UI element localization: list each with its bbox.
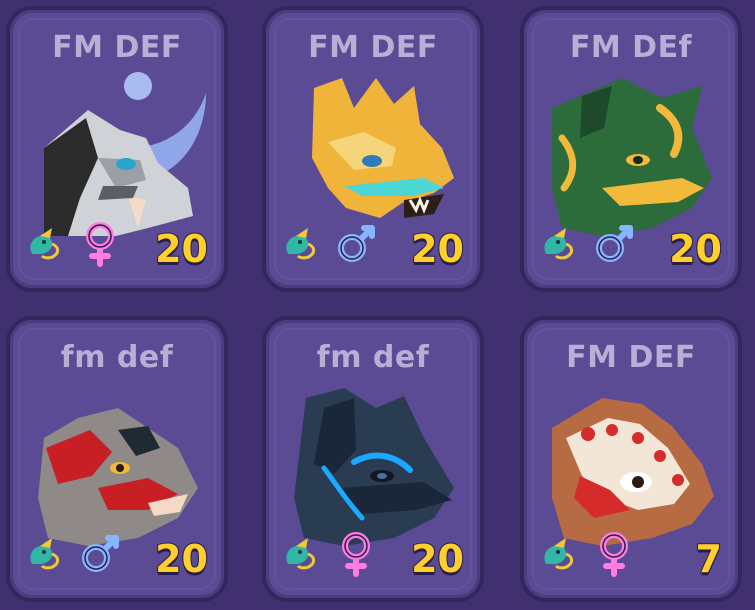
- card-title: FM DEf: [569, 30, 693, 65]
- card-title: FM DEF: [308, 30, 438, 65]
- dragon-level: 20: [154, 227, 209, 271]
- dragon-card-5[interactable]: fm def 20: [266, 320, 480, 598]
- dragon-icon: [30, 538, 60, 570]
- dragon-card-2[interactable]: FM DEF 20: [266, 10, 480, 288]
- male-icon: [82, 535, 119, 572]
- dragon-icon: [544, 228, 574, 260]
- dragon-portrait-golden: [312, 78, 454, 218]
- card-title: FM DEF: [566, 340, 696, 375]
- female-icon: [86, 222, 114, 267]
- dragon-level: 20: [410, 227, 465, 271]
- card-title: FM DEF: [52, 30, 182, 65]
- dragon-portrait-dark-blue: [294, 388, 454, 546]
- dragon-level: 7: [695, 537, 723, 581]
- dragon-card-3[interactable]: FM DEf 20: [524, 10, 738, 288]
- dragon-icon: [544, 538, 574, 570]
- dragon-portrait-green-gold: [552, 78, 712, 236]
- dragon-icon: [286, 228, 316, 260]
- dragon-icon: [30, 228, 60, 260]
- card-title: fm def: [316, 340, 430, 375]
- female-icon: [342, 532, 370, 577]
- dragon-portrait-black-white-horned: [44, 72, 206, 236]
- dragon-card-6[interactable]: FM DEF 7: [524, 320, 738, 598]
- dragon-icon: [286, 538, 316, 570]
- card-title: fm def: [60, 340, 174, 375]
- dragon-card-1[interactable]: FM DEF 20: [10, 10, 224, 288]
- dragon-portrait-gingerbread: [552, 398, 714, 546]
- dragon-level: 20: [410, 537, 465, 581]
- dragon-card-4[interactable]: fm def 20: [10, 320, 224, 598]
- dragon-level: 20: [668, 227, 723, 271]
- dragon-level: 20: [154, 537, 209, 581]
- female-icon: [600, 532, 628, 577]
- dragon-portrait-red-gray: [38, 408, 198, 546]
- male-icon: [596, 225, 633, 262]
- male-icon: [338, 225, 375, 262]
- dragon-inventory-grid: FM DEF 20 FM DEF 20 FM DEf 20 fm def 20 …: [0, 0, 755, 610]
